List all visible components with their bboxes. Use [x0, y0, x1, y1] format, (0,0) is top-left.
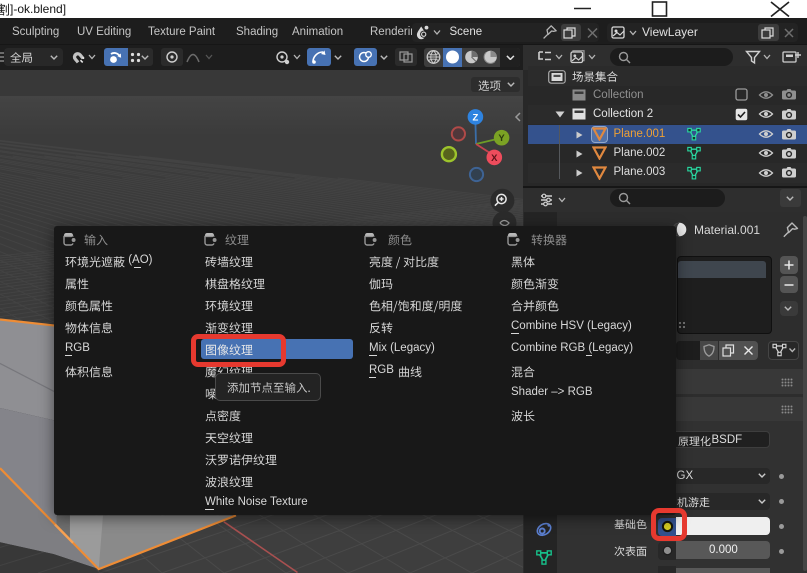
- svg-text:Z: Z: [472, 112, 478, 123]
- svg-text:Y: Y: [498, 133, 505, 144]
- svg-text:X: X: [491, 153, 498, 164]
